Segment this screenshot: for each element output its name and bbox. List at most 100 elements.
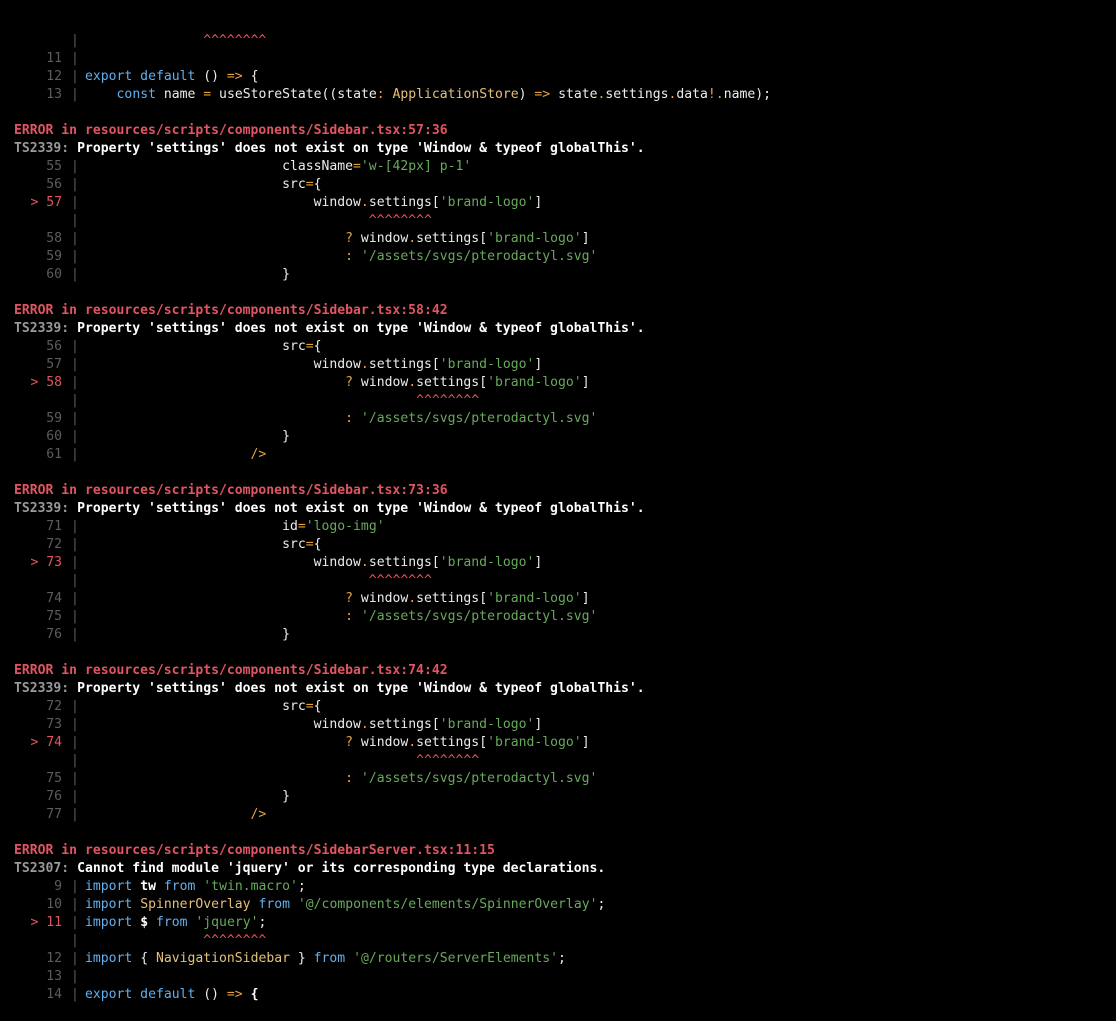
gutter-bar: | xyxy=(71,609,79,624)
code-token: { xyxy=(242,69,259,84)
error-file-path: resources/scripts/components/Sidebar.tsx… xyxy=(84,663,448,678)
gutter-bar: | xyxy=(71,789,79,804)
ts-error-code: TS2307: xyxy=(14,861,70,876)
gutter-bar: | xyxy=(71,195,79,210)
error-label: ERROR in xyxy=(14,123,78,138)
code-token: '@/routers/ServerElements' xyxy=(353,951,559,966)
code-token: . xyxy=(408,375,417,390)
line-number: 74 xyxy=(46,591,62,606)
line-number: 77 xyxy=(46,807,62,822)
gutter-bar: | xyxy=(71,573,79,588)
line-number: 59 xyxy=(46,249,62,264)
code-token: '/assets/svgs/pterodactyl.svg' xyxy=(360,771,598,786)
code-token: settings[ xyxy=(368,195,440,210)
code-token: import xyxy=(85,879,133,894)
line-number: 72 xyxy=(46,537,62,552)
code-line: 9 | import tw from 'twin.macro'; xyxy=(14,878,1116,896)
code-line: 71 | id='logo-img' xyxy=(14,518,1116,536)
line-number: 55 xyxy=(46,159,62,174)
code-line: | ^^^^^^^^ xyxy=(14,752,1116,770)
code-line: 77 | /> xyxy=(14,806,1116,824)
gutter-bar: | xyxy=(71,213,79,228)
code-token: ? xyxy=(345,591,354,606)
code-token: ; xyxy=(558,951,566,966)
code-token: src xyxy=(85,339,306,354)
code-token: window xyxy=(353,375,409,390)
code-token: : xyxy=(345,411,354,426)
gutter-bar: | xyxy=(71,429,79,444)
gutter-bar: | xyxy=(71,555,79,570)
code-token: } xyxy=(85,627,290,642)
code-line: 14 | export default () => { xyxy=(14,986,1116,1004)
gutter-bar: | xyxy=(71,393,79,408)
code-line: | ^^^^^^^^ xyxy=(14,32,1116,50)
code-token: import xyxy=(85,915,133,930)
code-token: () xyxy=(195,69,227,84)
code-token: ] xyxy=(581,375,590,390)
gutter-bar: | xyxy=(71,717,79,732)
ts-error-line: TS2339: Property 'settings' does not exi… xyxy=(14,500,1116,518)
code-line: 75 | : '/assets/svgs/pterodactyl.svg' xyxy=(14,770,1116,788)
gutter-bar: | xyxy=(71,807,79,822)
code-line: | ^^^^^^^^ xyxy=(14,212,1116,230)
code-line: 73 | window.settings['brand-logo'] xyxy=(14,716,1116,734)
code-token: () xyxy=(195,987,227,1002)
code-line: 57 | window.settings['brand-logo'] xyxy=(14,356,1116,374)
gutter-bar: | xyxy=(71,951,79,966)
line-number: 13 xyxy=(46,87,62,102)
code-line: 75 | : '/assets/svgs/pterodactyl.svg' xyxy=(14,608,1116,626)
code-token: 'brand-logo' xyxy=(487,735,582,750)
code-line: | ^^^^^^^^ xyxy=(14,932,1116,950)
gutter-bar: | xyxy=(71,249,79,264)
code-token: 'brand-logo' xyxy=(439,717,535,732)
code-token: from xyxy=(313,951,346,966)
line-number: 61 xyxy=(46,447,62,462)
line-number: 71 xyxy=(46,519,62,534)
code-line-current: > 73 | window.settings['brand-logo'] xyxy=(14,554,1116,572)
line-number: 75 xyxy=(46,609,62,624)
code-token: ] xyxy=(534,555,543,570)
line-number: > 58 xyxy=(30,375,62,390)
code-token: = xyxy=(305,699,314,714)
gutter-bar: | xyxy=(71,933,79,948)
code-token: } xyxy=(85,267,290,282)
code-line-current: > 58 | ? window.settings['brand-logo'] xyxy=(14,374,1116,392)
code-token: /> xyxy=(250,447,267,462)
code-token: import xyxy=(85,951,133,966)
code-line-current: > 11 | import $ from 'jquery'; xyxy=(14,914,1116,932)
code-token: tw xyxy=(132,879,164,894)
code-token: => xyxy=(226,69,243,84)
code-token: = xyxy=(297,519,306,534)
code-token: . xyxy=(360,717,369,732)
line-number: 59 xyxy=(46,411,62,426)
code-token: ^^^^^^^^ xyxy=(203,33,267,48)
ts-error-code: TS2339: xyxy=(14,501,70,516)
ts-error-code: TS2339: xyxy=(14,321,70,336)
code-line: | ^^^^^^^^ xyxy=(14,572,1116,590)
error-label: ERROR in xyxy=(14,843,78,858)
error-header: ERROR in resources/scripts/components/Si… xyxy=(14,482,1116,500)
gutter-bar: | xyxy=(71,357,79,372)
line-number: 73 xyxy=(46,717,62,732)
code-line: 76 | } xyxy=(14,788,1116,806)
code-token: window xyxy=(85,717,361,732)
code-line: 72 | src={ xyxy=(14,536,1116,554)
code-token: ] xyxy=(581,735,590,750)
code-line-current: > 74 | ? window.settings['brand-logo'] xyxy=(14,734,1116,752)
error-header: ERROR in resources/scripts/components/Si… xyxy=(14,302,1116,320)
gutter-bar: | xyxy=(71,753,79,768)
gutter-bar: | xyxy=(71,411,79,426)
